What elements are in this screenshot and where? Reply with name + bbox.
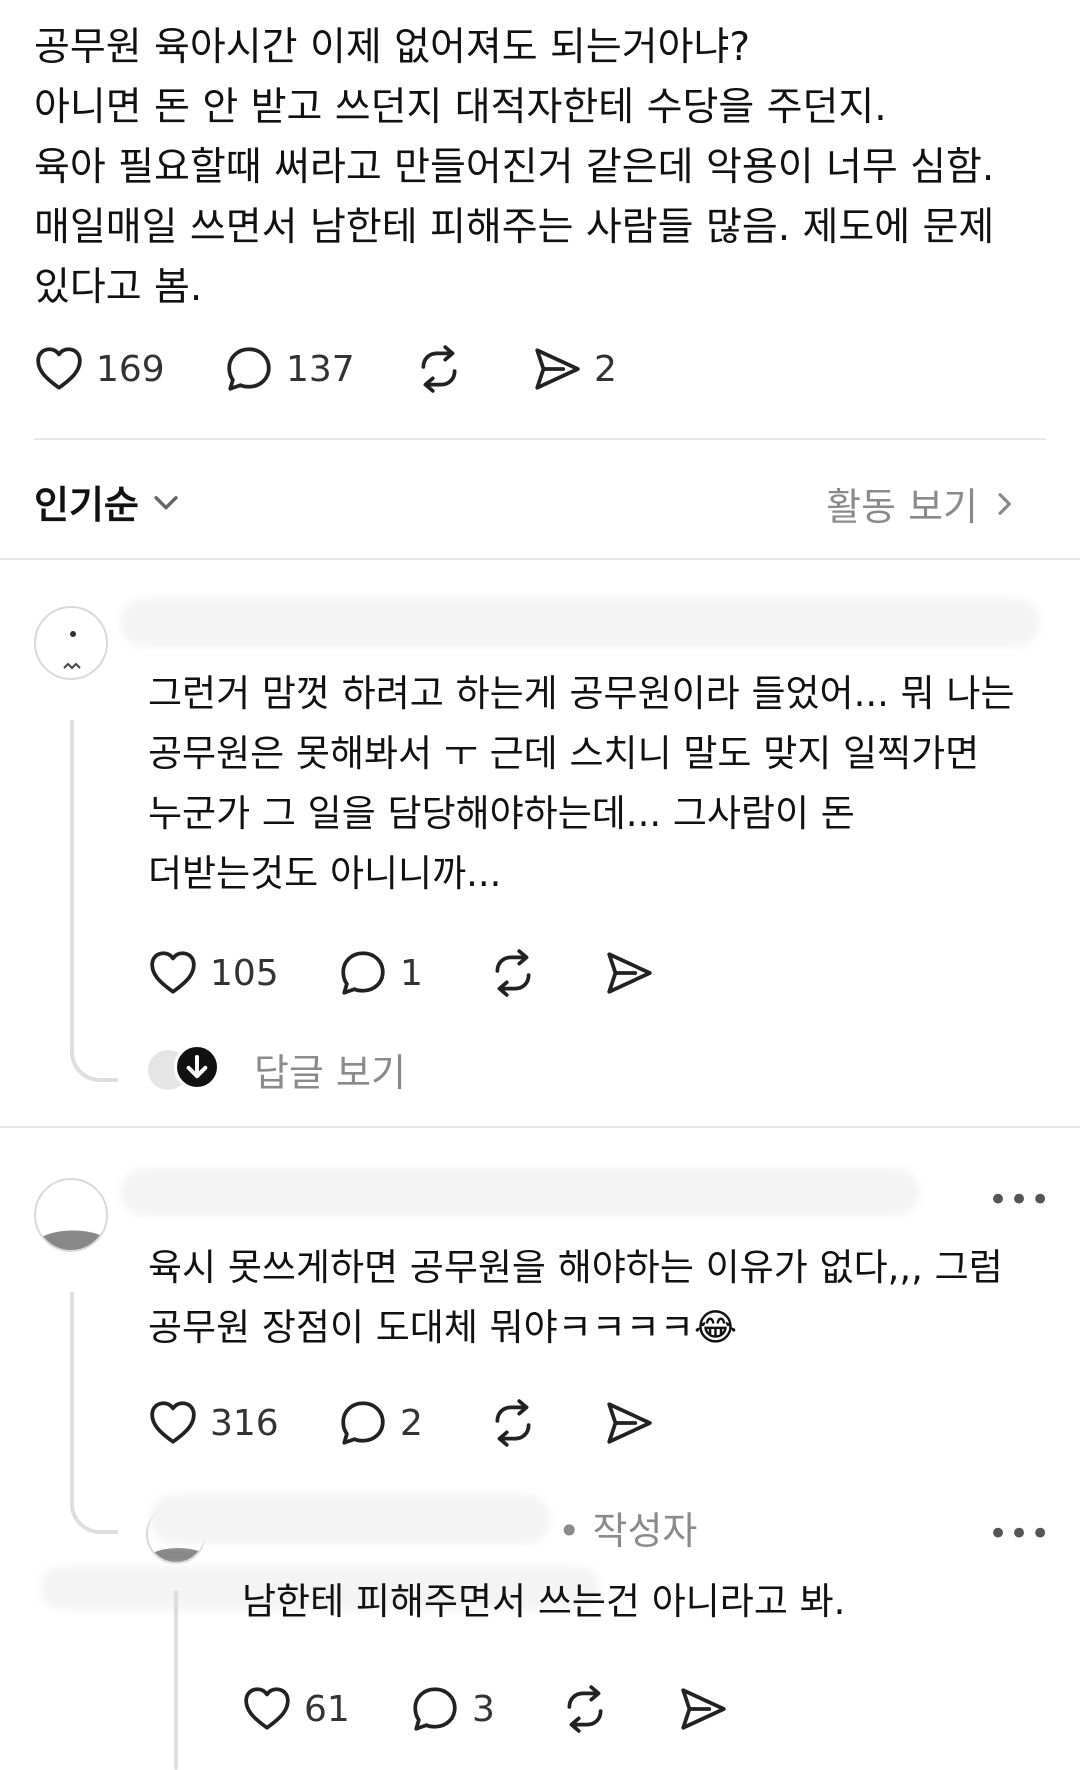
comment-line: 더받는것도 아니니까... xyxy=(148,852,502,895)
divider xyxy=(0,558,1080,560)
arrow-down-glyph xyxy=(186,1055,208,1079)
comment-repost-button[interactable] xyxy=(488,1398,538,1448)
sort-dropdown[interactable]: 인기순 xyxy=(34,474,183,529)
author-badge: • 작성자 xyxy=(558,1509,698,1553)
comment-reply-button[interactable]: 2 xyxy=(338,1398,423,1448)
send-icon xyxy=(678,1684,728,1734)
comment-share-button[interactable] xyxy=(604,1398,654,1448)
comment-line: 육시 못쓰게하면 공무원을 해야하는 이유가 없다,,, 그럼 xyxy=(148,1246,1003,1289)
sort-label: 인기순 xyxy=(34,483,139,527)
comment-count: 137 xyxy=(286,348,355,390)
avatar-image xyxy=(63,631,81,670)
speech-bubble-icon xyxy=(338,1398,388,1448)
like-count: 316 xyxy=(210,1402,279,1444)
comment-reply-button[interactable]: 1 xyxy=(338,948,423,998)
redacted-username xyxy=(120,598,1040,646)
thread-line xyxy=(70,1292,118,1534)
post-repost-button[interactable] xyxy=(414,344,464,394)
reply-count: 1 xyxy=(400,952,423,994)
comment-line: 누군가 그 일을 담당해야하는데... 그사람이 돈 xyxy=(148,792,855,835)
chevron-right-icon xyxy=(998,492,1011,515)
post-body: 공무원 육아시간 이제 없어져도 되는거아냐? 아니면 돈 안 받고 쓰던지 대… xyxy=(34,18,1044,318)
reply-line: 남한테 피해주면서 쓰는건 아니라고 봐. xyxy=(242,1580,846,1623)
reply-count: 3 xyxy=(472,1688,495,1730)
repost-icon xyxy=(414,344,464,394)
comment-like-button[interactable]: 316 xyxy=(148,1398,279,1448)
reply-count: 2 xyxy=(400,1402,423,1444)
repost-icon xyxy=(488,948,538,998)
chevron-down-icon xyxy=(154,495,178,509)
avatar[interactable] xyxy=(34,1178,108,1252)
avatar-image xyxy=(40,1230,106,1250)
post-line: 아니면 돈 안 받고 쓰던지 대적자한테 수당을 주던지. xyxy=(34,85,887,130)
repost-icon xyxy=(560,1684,610,1734)
activity-view-link[interactable]: 활동 보기 xyxy=(826,476,1020,531)
comment-text: 그런거 맘껏 하려고 하는게 공무원이라 들었어... 뭐 나는 공무원은 못해… xyxy=(148,664,1015,904)
send-icon xyxy=(604,1398,654,1448)
divider xyxy=(34,438,1046,440)
heart-icon xyxy=(34,344,84,394)
more-dots-icon[interactable]: ••• xyxy=(988,1180,1051,1220)
repost-icon xyxy=(488,1398,538,1448)
post-line: 공무원 육아시간 이제 없어져도 되는거아냐? xyxy=(34,25,751,70)
reply-like-button[interactable]: 61 xyxy=(242,1684,350,1734)
comment-text: 육시 못쓰게하면 공무원을 해야하는 이유가 없다,,, 그럼 공무원 장점이 … xyxy=(148,1238,1003,1358)
share-count: 2 xyxy=(594,348,617,390)
post-comment-button[interactable]: 137 xyxy=(224,344,355,394)
heart-icon xyxy=(242,1684,292,1734)
redacted-username xyxy=(120,1168,920,1216)
activity-label: 활동 보기 xyxy=(826,485,978,529)
speech-bubble-icon xyxy=(224,344,274,394)
speech-bubble-icon xyxy=(338,948,388,998)
reply-reply-button[interactable]: 3 xyxy=(410,1684,495,1734)
post-share-button[interactable]: 2 xyxy=(532,344,617,394)
divider xyxy=(0,1126,1080,1128)
like-count: 105 xyxy=(210,952,279,994)
avatar[interactable] xyxy=(34,606,108,680)
view-replies-link[interactable]: 답글 보기 xyxy=(254,1042,406,1097)
redacted-username xyxy=(150,1494,550,1544)
like-count: 61 xyxy=(304,1688,350,1730)
post-like-button[interactable]: 169 xyxy=(34,344,165,394)
speech-bubble-icon xyxy=(410,1684,460,1734)
thread-line xyxy=(174,1590,178,1770)
reply-text: 남한테 피해주면서 쓰는건 아니라고 봐. xyxy=(242,1572,845,1632)
heart-icon xyxy=(148,1398,198,1448)
post-line: 있다고 봄. xyxy=(34,265,203,310)
comment-line: 공무원 장점이 도대체 뭐야ㅋㅋㅋㅋ😂 xyxy=(148,1306,738,1349)
more-dots-icon[interactable]: ••• xyxy=(988,1514,1051,1554)
send-icon xyxy=(604,948,654,998)
comment-like-button[interactable]: 105 xyxy=(148,948,279,998)
post-line: 매일매일 쓰면서 남한테 피해주는 사람들 많음. 제도에 문제 xyxy=(34,205,995,250)
comment-line: 그런거 맘껏 하려고 하는게 공무원이라 들었어... 뭐 나는 xyxy=(148,672,1015,715)
thread-line xyxy=(70,720,118,1082)
comment-line: 공무원은 못해봐서 ㅜ 근데 스치니 말도 맞지 일찍가면 xyxy=(148,732,980,775)
post-line: 육아 필요할때 써라고 만들어진거 같은데 악용이 너무 심함. xyxy=(34,145,995,190)
reply-repost-button[interactable] xyxy=(560,1684,610,1734)
reply-share-button[interactable] xyxy=(678,1684,728,1734)
arrow-down-circle-icon[interactable] xyxy=(174,1044,220,1090)
comment-share-button[interactable] xyxy=(604,948,654,998)
like-count: 169 xyxy=(96,348,165,390)
heart-icon xyxy=(148,948,198,998)
send-icon xyxy=(532,344,582,394)
comment-repost-button[interactable] xyxy=(488,948,538,998)
